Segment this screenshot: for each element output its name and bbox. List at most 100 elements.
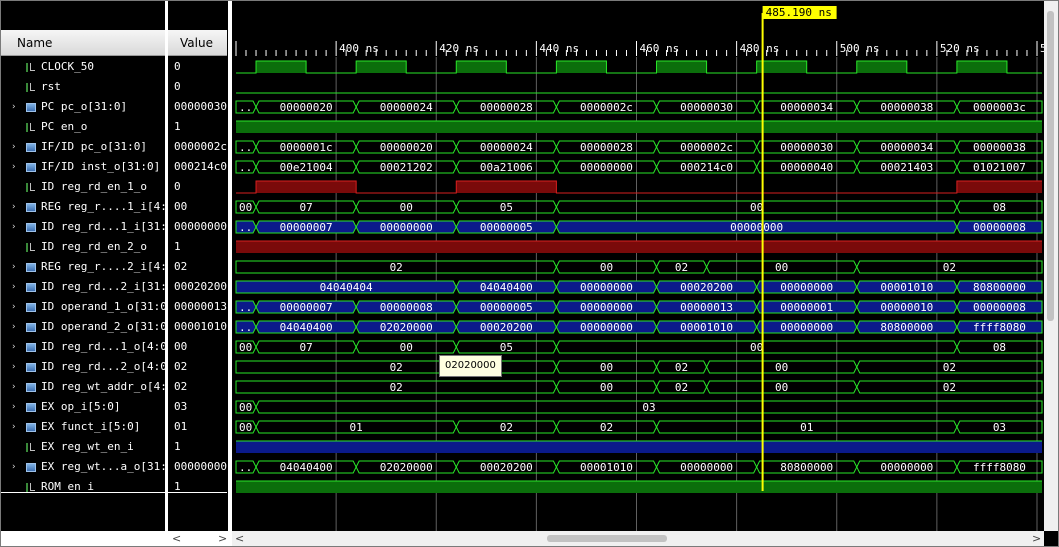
bus-signal-icon (26, 263, 36, 272)
scroll-right-arrow-icon[interactable]: > (218, 532, 227, 545)
signal-value: 00000000 (174, 460, 227, 473)
signal-name: PC en_o (41, 120, 88, 133)
signal-row[interactable]: rst (1, 77, 165, 97)
signal-row[interactable]: › EX reg_wt...a_o[31:0] (1, 457, 165, 477)
ruler-tick-label: 420 ns (439, 42, 479, 55)
signal-name: ID reg_rd_en_1_o (41, 180, 147, 193)
vertical-scroll-thumb[interactable] (1047, 11, 1054, 321)
signal-value-panel: Value 0 0 00000030 1 0000002c 000214c0 0 00 0000… (168, 1, 227, 546)
signal-value: 00 (174, 340, 188, 353)
wave-high-fill (456, 61, 507, 73)
horizontal-scroll-thumb[interactable] (547, 535, 667, 542)
ruler-tick-label: 400 ns (339, 42, 379, 55)
bus-value-label: 00 (775, 261, 788, 274)
waveform-vertical-scrollbar[interactable] (1044, 1, 1058, 531)
signal-value: 03 (174, 400, 188, 413)
signal-row[interactable]: › ID reg_rd...2_i[31:0] (1, 277, 165, 297)
signal-row[interactable]: › IF/ID pc_o[31:0] (1, 137, 165, 157)
signal-row[interactable]: › ID operand_2_o[31:0] (1, 317, 165, 337)
bus-signal-icon (26, 463, 36, 472)
signal-row[interactable]: ID reg_rd_en_2_o (1, 237, 165, 257)
bus-value-label: 00 (775, 361, 788, 374)
signal-row[interactable]: › REG reg_r....2_i[4:0] (1, 257, 165, 277)
signal-value: 1 (174, 120, 181, 133)
signal-value: 00020200 (174, 280, 227, 293)
bus-value-label: 01 (350, 421, 363, 434)
bit-signal-icon (26, 483, 38, 492)
bus-value-label: 00001010 (580, 461, 633, 474)
expand-chevron-icon[interactable]: › (11, 337, 19, 357)
bus-value-label: 00021403 (880, 161, 933, 174)
signal-row[interactable]: › ID reg_wt_addr_o[4:0] (1, 377, 165, 397)
bit-signal-icon (26, 123, 38, 132)
expand-chevron-icon[interactable]: › (11, 417, 19, 437)
bus-value-label: 00000040 (780, 161, 833, 174)
signal-name-panel: Name CLOCK_50rst › PC pc_o[31:0] PC en_o › IF… (1, 1, 165, 546)
wave-high-fill (236, 121, 1042, 133)
bus-value-label: 02 (390, 381, 403, 394)
signal-row[interactable]: › ID reg_rd...2_o[4:0] (1, 357, 165, 377)
signal-row[interactable]: › IF/ID inst_o[31:0] (1, 157, 165, 177)
signal-row[interactable]: › ID reg_rd...1_o[4:0] (1, 337, 165, 357)
bus-value-label: 00000013 (680, 301, 733, 314)
bus-value-label: 00000010 (880, 301, 933, 314)
value-panel-scrollbar[interactable]: < > (168, 531, 228, 546)
expand-chevron-icon[interactable]: › (11, 217, 19, 237)
value-column-header[interactable]: Value (168, 30, 227, 56)
expand-chevron-icon[interactable]: › (11, 197, 19, 217)
expand-chevron-icon[interactable]: › (11, 277, 19, 297)
bus-value-label: 00000000 (580, 321, 633, 334)
bus-value-label: 04040400 (280, 461, 333, 474)
signal-row[interactable]: › EX funct_i[5:0] (1, 417, 165, 437)
bus-signal-icon (26, 303, 36, 312)
signal-value: 0000002c (174, 140, 227, 153)
expand-chevron-icon[interactable]: › (11, 97, 19, 117)
expand-chevron-icon[interactable]: › (11, 377, 19, 397)
signal-row[interactable]: EX reg_wt_en_i (1, 437, 165, 457)
signal-row[interactable]: › ID reg_rd...1_i[31:0] (1, 217, 165, 237)
signal-row[interactable]: ROM en_i (1, 477, 165, 497)
bus-value-label: 00000034 (880, 141, 933, 154)
cursor-time-label: 485.190 ns (766, 6, 832, 19)
expand-chevron-icon[interactable]: › (11, 357, 19, 377)
scroll-left-arrow-icon[interactable]: < (235, 532, 244, 545)
bit-signal-icon (26, 443, 38, 452)
expand-chevron-icon[interactable]: › (11, 457, 19, 477)
name-column-header[interactable]: Name (1, 30, 165, 56)
signal-row[interactable]: CLOCK_50 (1, 57, 165, 77)
signal-value: 00000013 (174, 300, 227, 313)
bus-value-label: 00 (239, 421, 252, 434)
signal-row[interactable]: ID reg_rd_en_1_o (1, 177, 165, 197)
waveform-horizontal-scrollbar[interactable]: < > (232, 531, 1044, 546)
signal-row[interactable]: › PC pc_o[31:0] (1, 97, 165, 117)
expand-chevron-icon[interactable]: › (11, 257, 19, 277)
wave-high-fill (656, 61, 707, 73)
signal-row[interactable]: › REG reg_r....1_i[4:0] (1, 197, 165, 217)
bus-signal-icon (26, 363, 36, 372)
signal-value: 1 (174, 240, 181, 253)
signal-value: 1 (174, 440, 181, 453)
expand-chevron-icon[interactable]: › (11, 137, 19, 157)
expand-chevron-icon[interactable]: › (11, 397, 19, 417)
signal-name: ID reg_rd...1_i[31:0] (41, 220, 165, 233)
bus-value-label: 02 (943, 261, 956, 274)
bus-value-label: 02 (500, 421, 513, 434)
wave-high-fill (356, 61, 407, 73)
expand-chevron-icon[interactable]: › (11, 317, 19, 337)
name-panel-scrollbar[interactable] (1, 531, 165, 546)
bus-value-label: 80800000 (973, 281, 1026, 294)
bus-value-label: 00 (775, 381, 788, 394)
scroll-right-arrow-icon[interactable]: > (1032, 532, 1041, 545)
signal-name: CLOCK_50 (41, 60, 94, 73)
signal-row[interactable]: PC en_o (1, 117, 165, 137)
bus-value-label: 00000038 (973, 141, 1026, 154)
bus-signal-icon (26, 403, 36, 412)
signal-row[interactable]: › EX op_i[5:0] (1, 397, 165, 417)
signal-name: REG reg_r....2_i[4:0] (41, 260, 165, 273)
expand-chevron-icon[interactable]: › (11, 297, 19, 317)
waveform-canvas[interactable]: 400 ns 420 ns 440 ns 460 ns 480 ns 500 ns 520 … (232, 1, 1044, 531)
signal-row[interactable]: › ID operand_1_o[31:0] (1, 297, 165, 317)
expand-chevron-icon[interactable]: › (11, 157, 19, 177)
scroll-left-arrow-icon[interactable]: < (172, 532, 181, 545)
bus-value-label: 00000020 (280, 101, 333, 114)
